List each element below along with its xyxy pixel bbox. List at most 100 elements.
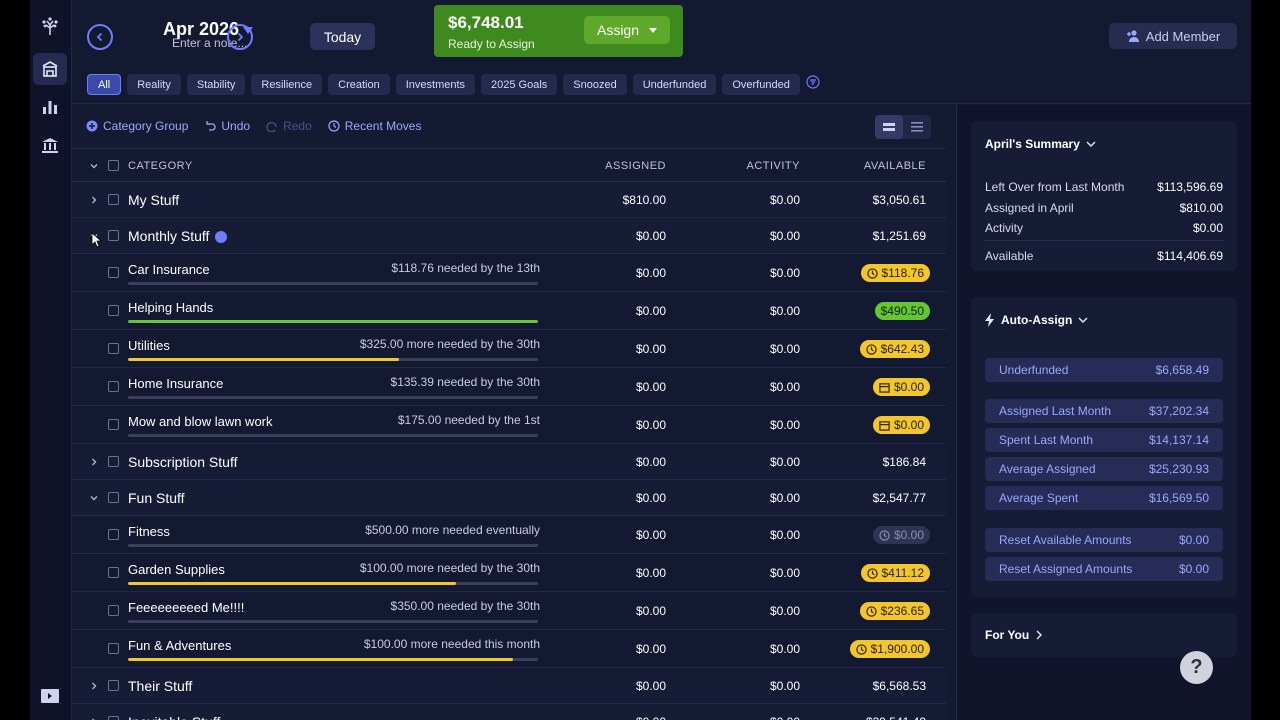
- row-checkbox[interactable]: [108, 343, 119, 354]
- category-name[interactable]: Fitness: [128, 524, 170, 539]
- category-row[interactable]: Helping Hands $0.00 $0.00 $490.50: [72, 292, 946, 330]
- filter-overfunded[interactable]: Overfunded: [722, 74, 800, 95]
- row-checkbox[interactable]: [108, 492, 119, 503]
- category-row[interactable]: Mow and blow lawn work $175.00 needed by …: [72, 406, 946, 444]
- assigned-value[interactable]: $0.00: [636, 455, 666, 469]
- month-summary-toggle[interactable]: April's Summary: [985, 137, 1096, 151]
- reset-available-button[interactable]: Reset Available Amounts $0.00: [985, 528, 1223, 552]
- assigned-value[interactable]: $0.00: [636, 266, 666, 280]
- auto-assign-average-assigned[interactable]: Average Assigned $25,230.93: [985, 457, 1223, 481]
- auto-assign-underfunded[interactable]: Underfunded $6,658.49: [985, 358, 1223, 382]
- collapse-sidebar-icon[interactable]: [33, 680, 67, 712]
- chevron-down-icon[interactable]: [88, 492, 100, 504]
- undo-button[interactable]: Undo: [204, 119, 250, 133]
- assigned-value[interactable]: $0.00: [636, 229, 666, 243]
- row-checkbox[interactable]: [108, 267, 119, 278]
- category-group-row[interactable]: Inevitable Stuff $0.00 $0.00 $39,541.49: [72, 704, 946, 720]
- reset-assigned-button[interactable]: Reset Assigned Amounts $0.00: [985, 557, 1223, 581]
- add-category-icon[interactable]: [215, 231, 228, 244]
- redo-button[interactable]: Redo: [266, 119, 312, 133]
- row-checkbox[interactable]: [108, 419, 119, 430]
- filter-settings-icon[interactable]: [806, 75, 820, 94]
- auto-assign-spent-last-month[interactable]: Spent Last Month $14,137.14: [985, 428, 1223, 452]
- category-name[interactable]: Helping Hands: [128, 300, 213, 315]
- add-member-button[interactable]: Add Member: [1109, 23, 1237, 49]
- assigned-value[interactable]: $0.00: [636, 491, 666, 505]
- group-name[interactable]: Subscription Stuff: [128, 454, 237, 470]
- available-badge[interactable]: $118.76: [860, 264, 930, 282]
- category-group-row[interactable]: Subscription Stuff $0.00 $0.00 $186.84: [72, 444, 946, 480]
- row-checkbox[interactable]: [108, 567, 119, 578]
- group-name[interactable]: Inevitable Stuff: [128, 714, 220, 720]
- chevron-right-icon[interactable]: [88, 680, 100, 692]
- row-checkbox[interactable]: [108, 381, 119, 392]
- row-checkbox[interactable]: [108, 716, 119, 720]
- assigned-value[interactable]: $0.00: [636, 642, 666, 656]
- category-row[interactable]: Fun & Adventures $100.00 more needed this…: [72, 630, 946, 668]
- filter-reality[interactable]: Reality: [127, 74, 181, 95]
- assigned-value[interactable]: $0.00: [636, 604, 666, 618]
- row-checkbox[interactable]: [108, 305, 119, 316]
- category-row[interactable]: Home Insurance $135.39 needed by the 30th…: [72, 368, 946, 406]
- chevron-right-icon[interactable]: [88, 194, 100, 206]
- category-group-row[interactable]: Monthly Stuff $0.00 $0.00 $1,251.69: [72, 218, 946, 254]
- assigned-value[interactable]: $0.00: [636, 304, 666, 318]
- category-name[interactable]: Mow and blow lawn work: [128, 414, 273, 429]
- chevron-right-icon[interactable]: [88, 456, 100, 468]
- available-badge[interactable]: $490.50: [874, 302, 930, 320]
- category-row[interactable]: Car Insurance $118.76 needed by the 13th $…: [72, 254, 946, 292]
- add-category-group-button[interactable]: Category Group: [86, 119, 188, 133]
- category-name[interactable]: Utilities: [128, 338, 170, 353]
- row-checkbox[interactable]: [108, 680, 119, 691]
- reflect-chart-icon[interactable]: [33, 91, 67, 123]
- available-badge[interactable]: $411.12: [860, 564, 930, 582]
- collapse-all-icon[interactable]: [88, 160, 100, 172]
- today-button[interactable]: Today: [310, 23, 375, 50]
- available-badge[interactable]: $1,900.00: [849, 640, 930, 658]
- group-name[interactable]: Their Stuff: [128, 678, 192, 694]
- filter-stability[interactable]: Stability: [186, 74, 246, 95]
- category-row[interactable]: Garden Supplies $100.00 more needed by th…: [72, 554, 946, 592]
- assign-button[interactable]: Assign: [584, 16, 670, 44]
- accounts-bank-icon[interactable]: [33, 129, 67, 161]
- group-name[interactable]: Fun Stuff: [128, 490, 185, 506]
- filter-investments[interactable]: Investments: [395, 74, 476, 95]
- assigned-value[interactable]: $0.00: [636, 679, 666, 693]
- category-name[interactable]: Car Insurance: [128, 262, 210, 277]
- next-month-button[interactable]: [227, 24, 253, 50]
- chevron-right-icon[interactable]: [88, 716, 100, 720]
- help-button[interactable]: ?: [1180, 651, 1213, 684]
- prev-month-button[interactable]: [87, 24, 113, 50]
- select-all-checkbox[interactable]: [108, 160, 119, 171]
- recent-moves-button[interactable]: Recent Moves: [328, 119, 421, 133]
- compact-view-icon[interactable]: [875, 115, 903, 139]
- category-name[interactable]: Garden Supplies: [128, 562, 225, 577]
- list-view-icon[interactable]: [903, 115, 931, 139]
- auto-assign-average-spent[interactable]: Average Spent $16,569.50: [985, 486, 1223, 510]
- logo-tree-icon[interactable]: [33, 10, 67, 42]
- assigned-value[interactable]: $0.00: [636, 380, 666, 394]
- row-checkbox[interactable]: [108, 194, 119, 205]
- assigned-value[interactable]: $0.00: [636, 715, 666, 720]
- filter-underfunded[interactable]: Underfunded: [632, 74, 717, 95]
- row-checkbox[interactable]: [108, 643, 119, 654]
- category-row[interactable]: Feeeeeeeeed Me!!!! $350.00 needed by the …: [72, 592, 946, 630]
- assigned-value[interactable]: $0.00: [636, 342, 666, 356]
- filter-2025-goals[interactable]: 2025 Goals: [481, 74, 558, 95]
- available-badge[interactable]: $236.65: [859, 602, 930, 620]
- category-name[interactable]: Feeeeeeeeed Me!!!!: [128, 600, 244, 615]
- category-group-row[interactable]: Their Stuff $0.00 $0.00 $6,568.53: [72, 668, 946, 704]
- filter-resilience[interactable]: Resilience: [251, 74, 323, 95]
- category-group-row[interactable]: Fun Stuff $0.00 $0.00 $2,547.77: [72, 480, 946, 516]
- row-checkbox[interactable]: [108, 529, 119, 540]
- available-badge[interactable]: $0.00: [872, 526, 930, 544]
- category-name[interactable]: Fun & Adventures: [128, 638, 231, 653]
- category-group-row[interactable]: My Stuff $810.00 $0.00 $3,050.61: [72, 182, 946, 218]
- filter-snoozed[interactable]: Snoozed: [563, 74, 627, 95]
- category-name[interactable]: Home Insurance: [128, 376, 223, 391]
- available-badge[interactable]: $0.00: [872, 378, 930, 396]
- assigned-value[interactable]: $0.00: [636, 566, 666, 580]
- category-row[interactable]: Utilities $325.00 more needed by the 30th…: [72, 330, 946, 368]
- filter-all[interactable]: All: [87, 74, 122, 95]
- row-checkbox[interactable]: [108, 605, 119, 616]
